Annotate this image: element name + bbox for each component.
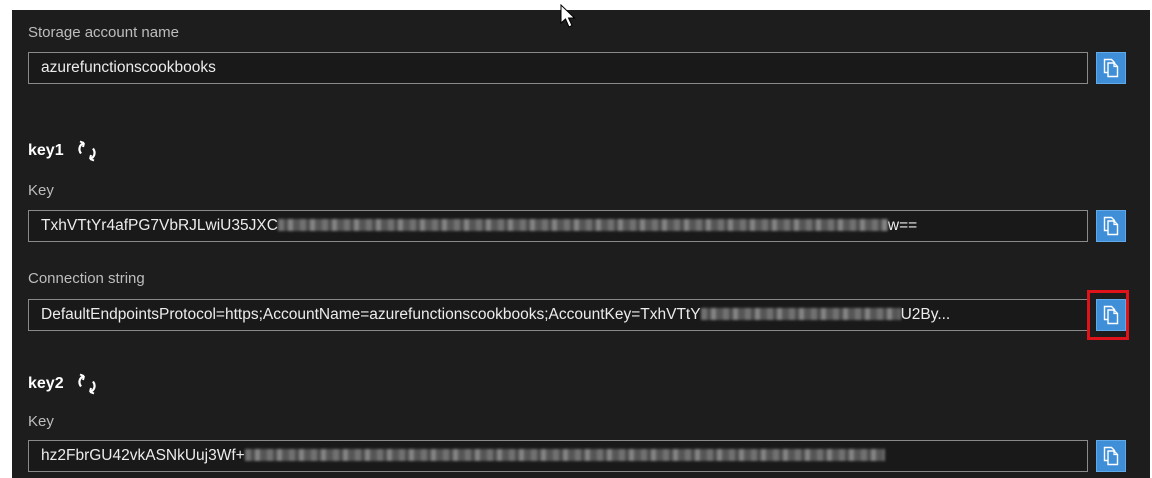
key1-title: key1 — [28, 142, 64, 159]
copy-connection-string-button[interactable] — [1096, 299, 1126, 331]
key1-connection-string-label: Connection string — [28, 270, 145, 287]
mouse-pointer-icon — [560, 4, 576, 28]
key1-key-field[interactable]: TxhVTtYr4afPG7VbRJLwiU35JXC w== — [28, 210, 1088, 242]
key1-key-label: Key — [28, 182, 54, 199]
redacted-key-blur — [277, 218, 888, 231]
key1-connection-string-value-end: U2By... — [900, 306, 951, 323]
key1-key-value-end: w== — [887, 217, 918, 234]
key2-key-field[interactable]: hz2FbrGU42vkASNkUuj3Wf+ — [28, 440, 1088, 472]
storage-account-name-field[interactable]: azurefunctionscookbooks — [28, 52, 1088, 84]
key1-connection-string-field[interactable]: DefaultEndpointsProtocol=https;AccountNa… — [28, 299, 1088, 331]
copy-key1-button[interactable] — [1096, 210, 1126, 242]
copy-storage-account-name-button[interactable] — [1096, 52, 1126, 84]
refresh-icon — [77, 140, 96, 162]
access-keys-panel: Storage account name azurefunctionscookb… — [12, 4, 1150, 478]
key1-section-title: key1 — [28, 140, 98, 162]
key1-connection-string-value: DefaultEndpointsProtocol=https;AccountNa… — [41, 306, 701, 323]
copy-icon — [1103, 305, 1119, 325]
storage-account-name-value: azurefunctionscookbooks — [41, 59, 216, 76]
regenerate-key2-button[interactable] — [76, 373, 98, 395]
key1-key-value: TxhVTtYr4afPG7VbRJLwiU35JXC — [41, 217, 278, 234]
copy-icon — [1103, 58, 1119, 78]
regenerate-key1-button[interactable] — [76, 140, 98, 162]
copy-icon — [1103, 216, 1119, 236]
key2-key-label: Key — [28, 413, 54, 430]
storage-account-name-label: Storage account name — [28, 24, 179, 41]
copy-icon — [1103, 446, 1119, 466]
key2-section-title: key2 — [28, 373, 98, 395]
refresh-icon — [77, 373, 96, 395]
redacted-connection-blur — [700, 307, 901, 320]
key2-title: key2 — [28, 375, 64, 392]
copy-key2-button[interactable] — [1096, 440, 1126, 472]
redacted-key2-blur — [244, 448, 885, 461]
key2-key-value: hz2FbrGU42vkASNkUuj3Wf+ — [41, 447, 245, 464]
